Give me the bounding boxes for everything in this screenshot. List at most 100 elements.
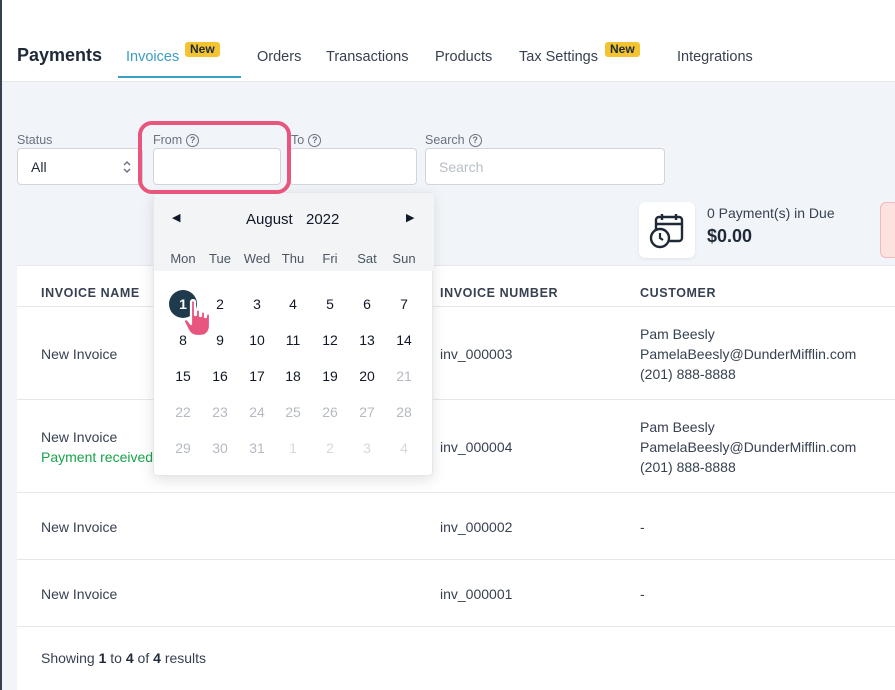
calendar-day-disabled: 26 <box>322 404 338 420</box>
invoice-name[interactable]: New Invoice <box>41 346 117 362</box>
to-label: To ? <box>291 133 322 147</box>
tab-tax-settings[interactable]: Tax Settings <box>519 49 598 65</box>
calendar-day[interactable]: 7 <box>390 290 418 318</box>
status-label: Status <box>17 133 53 147</box>
customer-email: PamelaBeesly@DunderMifflin.com <box>640 346 857 362</box>
calendar-day-disabled: 25 <box>285 404 301 420</box>
calendar-day-disabled: 23 <box>212 404 228 420</box>
from-date-input[interactable] <box>153 148 281 185</box>
calendar-day[interactable]: 11 <box>279 326 307 354</box>
hand-pointer-icon <box>183 299 212 338</box>
calendar-day[interactable]: 15 <box>169 362 197 390</box>
help-icon[interactable]: ? <box>308 133 322 147</box>
calendar-day-disabled: 22 <box>175 404 191 420</box>
customer-name: - <box>640 519 645 535</box>
due-summary-icon-box <box>639 202 695 258</box>
invoice-number: inv_000004 <box>440 439 513 455</box>
due-amount: $0.00 <box>707 226 753 246</box>
calendar-day[interactable]: 12 <box>316 326 344 354</box>
weekday-label: Mon <box>170 251 196 266</box>
customer-name: Pam Beesly <box>640 419 715 435</box>
payment-status: Payment received <box>41 449 154 465</box>
invoice-number: inv_000002 <box>440 519 513 535</box>
calendar-month: August <box>246 211 293 228</box>
calendar-day-next-month: 3 <box>363 440 371 456</box>
status-value: All <box>31 159 47 175</box>
calendar-day-next-month: 1 <box>289 440 297 456</box>
customer-phone: (201) 888-8888 <box>640 459 736 475</box>
weekday-label: Sat <box>357 251 377 266</box>
calendar-day-disabled: 31 <box>249 440 265 456</box>
customer-name: Pam Beesly <box>640 326 715 342</box>
calendar-day-disabled: 27 <box>359 404 375 420</box>
calendar-day-next-month: 4 <box>400 440 408 456</box>
calendar-day[interactable]: 6 <box>353 290 381 318</box>
calendar-year: 2022 <box>306 211 340 228</box>
top-nav: Payments Invoices New Orders Transaction… <box>0 0 895 82</box>
row-divider <box>17 492 895 493</box>
tab-invoices[interactable]: Invoices <box>126 49 179 65</box>
new-badge-invoices: New <box>185 42 220 57</box>
search-placeholder: Search <box>439 159 484 175</box>
invoice-name[interactable]: New Invoice <box>41 519 117 535</box>
calendar-day[interactable]: 14 <box>390 326 418 354</box>
help-icon[interactable]: ? <box>186 133 200 147</box>
row-divider <box>17 559 895 560</box>
tab-integrations[interactable]: Integrations <box>677 49 753 65</box>
from-label: From ? <box>153 133 200 147</box>
calendar-day[interactable]: 19 <box>316 362 344 390</box>
invoice-name[interactable]: New Invoice <box>41 586 117 602</box>
weekday-label: Wed <box>243 251 271 266</box>
tab-transactions[interactable]: Transactions <box>326 49 408 65</box>
calendar-day[interactable]: 18 <box>279 362 307 390</box>
search-input[interactable]: Search <box>425 148 665 185</box>
calendar-day-next-month: 2 <box>326 440 334 456</box>
weekday-label: Tue <box>209 251 231 266</box>
calendar-day[interactable]: 10 <box>243 326 271 354</box>
column-header-invoice-number[interactable]: INVOICE NUMBER <box>440 286 558 300</box>
pagination-summary: Showing 1 to 4 of 4 results <box>41 650 207 666</box>
weekday-label: Sun <box>392 251 416 266</box>
overdue-card-edge <box>880 202 895 258</box>
customer-email: PamelaBeesly@DunderMifflin.com <box>640 439 857 455</box>
weekday-label: Fri <box>322 251 338 266</box>
calendar-day-disabled: 24 <box>249 404 265 420</box>
calendar-day[interactable]: 17 <box>243 362 271 390</box>
column-header-customer[interactable]: CUSTOMER <box>640 286 716 300</box>
status-select[interactable]: All <box>17 148 143 185</box>
invoice-name[interactable]: New Invoice <box>41 429 117 445</box>
customer-name: - <box>640 586 645 602</box>
invoice-number: inv_000003 <box>440 346 513 362</box>
calendar-day[interactable]: 13 <box>353 326 381 354</box>
customer-phone: (201) 888-8888 <box>640 366 736 382</box>
next-month-arrow-icon[interactable]: ▶ <box>406 211 414 224</box>
new-badge-tax-settings: New <box>605 42 640 57</box>
calendar-clock-icon <box>649 214 684 249</box>
weekday-label: Thu <box>281 251 305 266</box>
calendar-day[interactable]: 4 <box>279 290 307 318</box>
row-divider <box>17 399 895 400</box>
calendar-day-disabled: 28 <box>396 404 412 420</box>
search-label: Search ? <box>425 133 482 147</box>
calendar-day-disabled: 21 <box>396 368 412 384</box>
window-edge <box>0 0 2 690</box>
prev-month-arrow-icon[interactable]: ◀ <box>172 211 180 224</box>
to-date-input[interactable] <box>289 148 417 185</box>
due-count-text: 0 Payment(s) in Due <box>707 205 835 221</box>
row-divider <box>17 626 895 627</box>
column-header-invoice-name[interactable]: INVOICE NAME <box>41 286 140 300</box>
calendar-day[interactable]: 3 <box>243 290 271 318</box>
invoice-number: inv_000001 <box>440 586 513 602</box>
calendar-day[interactable]: 20 <box>353 362 381 390</box>
calendar-day-disabled: 29 <box>175 440 191 456</box>
tab-products[interactable]: Products <box>435 49 492 65</box>
tab-orders[interactable]: Orders <box>257 49 301 65</box>
active-tab-indicator <box>118 76 241 78</box>
calendar-day[interactable]: 5 <box>316 290 344 318</box>
calendar-day[interactable]: 16 <box>206 362 234 390</box>
updown-chevron-icon <box>123 161 131 173</box>
help-icon[interactable]: ? <box>468 133 482 147</box>
row-divider <box>17 306 895 307</box>
page-title: Payments <box>17 45 103 65</box>
calendar-day-disabled: 30 <box>212 440 228 456</box>
